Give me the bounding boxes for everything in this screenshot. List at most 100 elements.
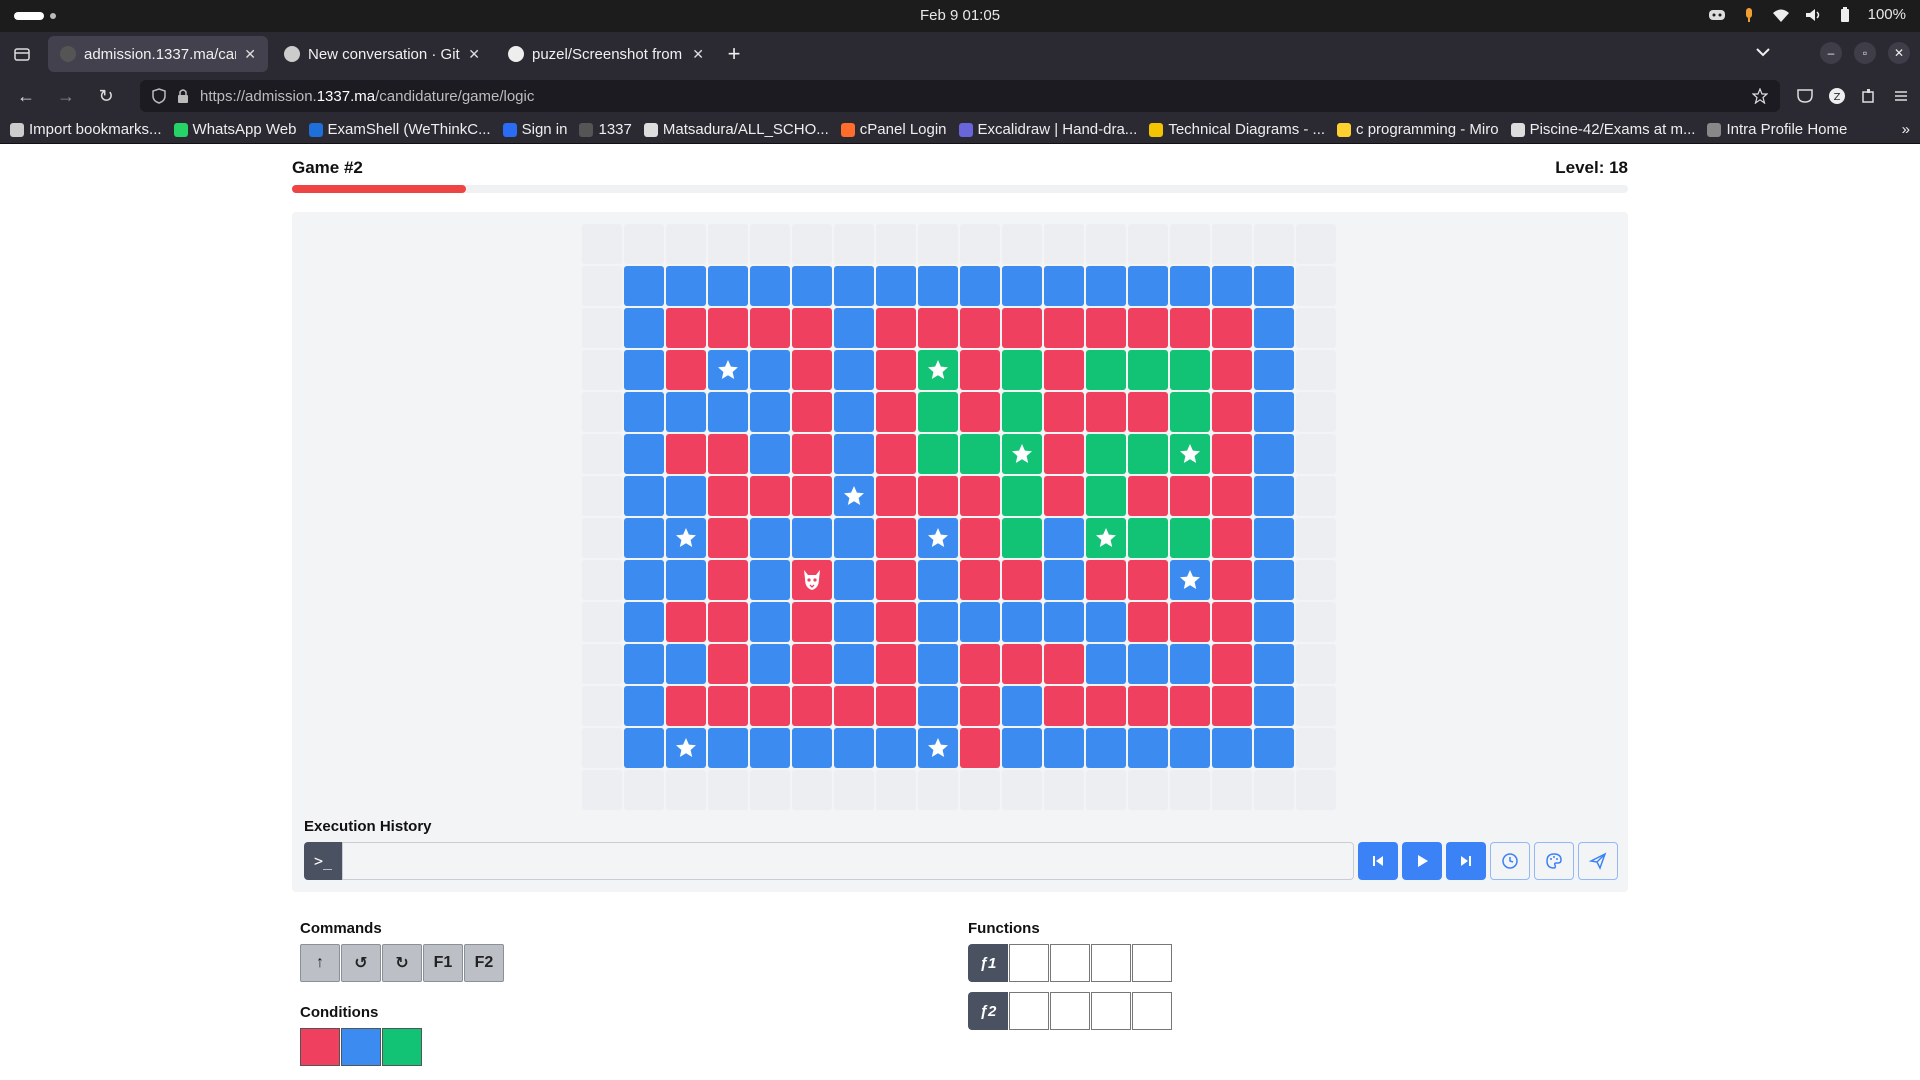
grid-cell <box>624 434 664 474</box>
function-slot[interactable] <box>1009 944 1049 982</box>
bookmark-item[interactable]: Technical Diagrams - ... <box>1149 121 1325 138</box>
bookmark-item[interactable]: WhatsApp Web <box>173 121 297 138</box>
tab-admission[interactable]: admission.1337.ma/cand ✕ <box>48 36 268 72</box>
play-button[interactable] <box>1402 842 1442 880</box>
tab-close-icon[interactable]: ✕ <box>468 46 480 63</box>
grid-cell <box>708 728 748 768</box>
shield-icon[interactable] <box>152 88 166 104</box>
grid-cell <box>666 434 706 474</box>
forward-command-button[interactable]: ↑ <box>300 944 340 982</box>
bookmark-star-icon[interactable] <box>1752 88 1768 104</box>
url-text[interactable]: https://admission.1337.ma/candidature/ga… <box>200 88 1742 105</box>
bookmark-item[interactable]: Import bookmarks... <box>10 121 162 138</box>
bookmark-item[interactable]: ExamShell (WeThinkC... <box>308 121 491 138</box>
grid-cell <box>1212 224 1252 264</box>
grid-cell <box>1002 224 1042 264</box>
tab-close-icon[interactable]: ✕ <box>692 46 704 63</box>
grid-cell <box>1170 770 1210 810</box>
battery-icon[interactable] <box>1836 6 1854 23</box>
step-back-button[interactable] <box>1358 842 1398 880</box>
bookmark-item[interactable]: 1337 <box>579 121 632 138</box>
play-icon <box>1418 855 1428 867</box>
tab-github-puzel[interactable]: puzel/Screenshot from 2 ✕ <box>496 36 716 72</box>
volume-icon[interactable] <box>1804 7 1822 23</box>
function-slot[interactable] <box>1132 944 1172 982</box>
bookmark-item[interactable]: Excalidraw | Hand-dra... <box>958 121 1137 138</box>
function-slot[interactable] <box>1009 992 1049 1030</box>
function-slot[interactable] <box>1091 944 1131 982</box>
bookmark-item[interactable]: Intra Profile Home <box>1707 121 1847 138</box>
function-slot[interactable] <box>1050 944 1090 982</box>
bookmark-favicon-icon <box>643 122 658 137</box>
tab-close-icon[interactable]: ✕ <box>244 46 256 63</box>
grid-cell <box>1212 392 1252 432</box>
bookmark-favicon-icon <box>579 122 594 137</box>
grid-cell <box>624 728 664 768</box>
turn-right-command-button[interactable]: ↻ <box>382 944 422 982</box>
grid-cell <box>708 476 748 516</box>
function-slot[interactable] <box>1091 992 1131 1030</box>
back-icon[interactable]: ← <box>10 80 42 112</box>
bookmarks-overflow-icon[interactable]: » <box>1902 121 1910 138</box>
grid-cell <box>624 644 664 684</box>
grid-cell <box>1002 686 1042 726</box>
send-icon <box>1589 852 1607 870</box>
red-condition-button[interactable] <box>300 1028 340 1066</box>
f2-command-button[interactable]: F2 <box>464 944 504 982</box>
system-clock[interactable]: Feb 9 01:05 <box>0 7 1920 24</box>
grid-cell <box>1128 644 1168 684</box>
menu-icon[interactable] <box>1892 87 1910 105</box>
grid-cell <box>1128 476 1168 516</box>
grid-cell <box>876 560 916 600</box>
grid-cell <box>876 602 916 642</box>
account-icon[interactable]: Z <box>1828 87 1846 105</box>
forward-icon[interactable]: → <box>50 80 82 112</box>
chevron-down-icon[interactable] <box>1756 44 1770 62</box>
step-forward-button[interactable] <box>1446 842 1486 880</box>
green-condition-button[interactable] <box>382 1028 422 1066</box>
lock-icon[interactable] <box>176 88 190 104</box>
grid-cell <box>918 392 958 432</box>
bookmark-item[interactable]: cPanel Login <box>840 121 947 138</box>
star-icon <box>928 360 948 379</box>
turn-left-command-button[interactable]: ↺ <box>341 944 381 982</box>
bookmark-item[interactable]: Matsadura/ALL_SCHO... <box>643 121 829 138</box>
url-bar[interactable]: https://admission.1337.ma/candidature/ga… <box>140 80 1780 112</box>
microphone-icon[interactable] <box>1740 7 1758 23</box>
function-slot[interactable] <box>1132 992 1172 1030</box>
grid-cell <box>708 602 748 642</box>
grid-cell <box>1128 602 1168 642</box>
functions-label: Functions <box>968 920 1040 937</box>
wifi-icon[interactable] <box>1772 7 1790 23</box>
grid-cell <box>582 476 622 516</box>
extensions-icon[interactable] <box>1860 87 1878 105</box>
bookmark-item[interactable]: Piscine-42/Exams at m... <box>1510 121 1695 138</box>
system-tray[interactable]: 100% <box>1708 6 1906 23</box>
grid-cell <box>1086 392 1126 432</box>
grid-cell <box>876 518 916 558</box>
close-icon[interactable]: ✕ <box>1888 42 1910 64</box>
discord-icon[interactable] <box>1708 7 1726 23</box>
new-tab-icon[interactable]: + <box>716 36 752 72</box>
submit-button[interactable] <box>1578 842 1618 880</box>
f1-command-button[interactable]: F1 <box>423 944 463 982</box>
grid-cell <box>750 728 790 768</box>
bookmark-item[interactable]: Sign in <box>502 121 567 138</box>
function-slot[interactable] <box>1050 992 1090 1030</box>
blue-condition-button[interactable] <box>341 1028 381 1066</box>
tab-github-conversation[interactable]: New conversation · GitH ✕ <box>272 36 492 72</box>
tab-list-icon[interactable] <box>0 32 44 76</box>
bookmark-item[interactable]: c programming - Miro <box>1337 121 1499 138</box>
minimize-icon[interactable]: – <box>1820 42 1842 64</box>
reload-icon[interactable]: ↻ <box>90 80 122 112</box>
grid-cell <box>918 476 958 516</box>
pocket-icon[interactable] <box>1796 87 1814 105</box>
speed-button[interactable] <box>1490 842 1530 880</box>
grid-cell <box>750 602 790 642</box>
palette-button[interactable] <box>1534 842 1574 880</box>
grid-cell <box>792 476 832 516</box>
restore-icon[interactable]: ▫ <box>1854 42 1876 64</box>
grid-cell <box>1002 560 1042 600</box>
grid-cell <box>708 392 748 432</box>
grid-cell <box>1296 770 1336 810</box>
